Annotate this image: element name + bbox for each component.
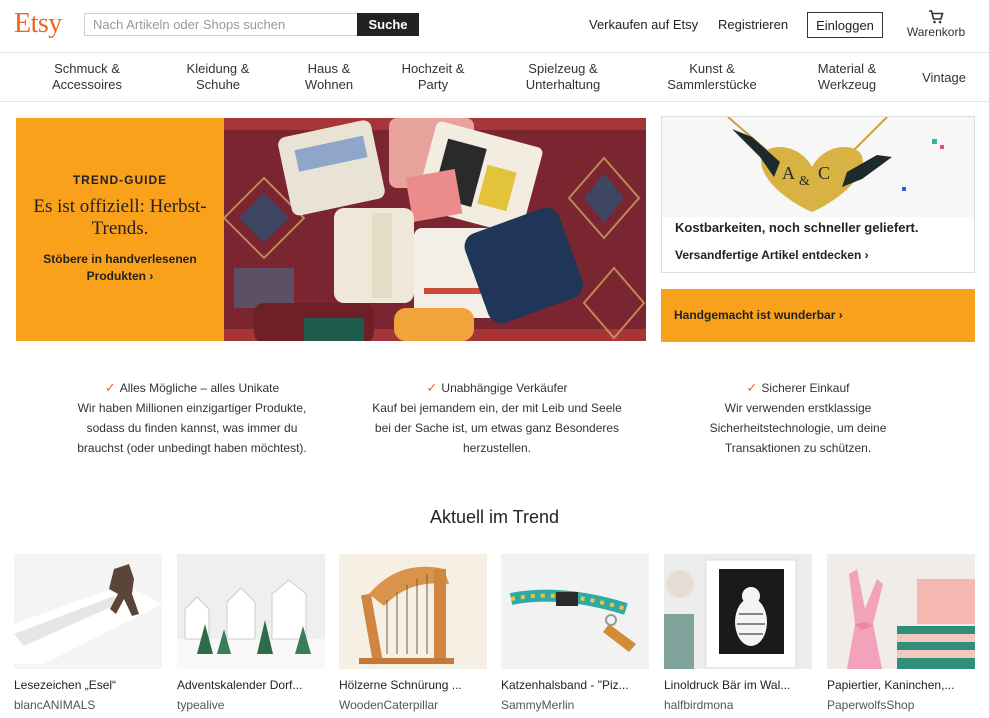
promo-link[interactable]: Versandfertige Artikel entdecken ›	[675, 248, 869, 262]
necklace-image: A & C	[662, 117, 974, 217]
value-prop-unique: ✓ Alles Mögliche – alles Unikate Wir habe…	[67, 378, 317, 458]
category-wedding[interactable]: Hochzeit & Party	[402, 61, 465, 93]
trend-guide-kicker: TREND-GUIDE	[72, 173, 168, 187]
login-button[interactable]: Einloggen	[807, 12, 883, 38]
product-image[interactable]	[501, 554, 649, 669]
product-title[interactable]: Lesezeichen „Esel“	[14, 678, 166, 692]
shop-name[interactable]: blancANIMALS	[14, 698, 166, 712]
svg-text:A: A	[782, 163, 795, 183]
trending-item[interactable]: Linoldruck Bär im Wal... halfbirdmona	[664, 554, 812, 718]
category-vintage[interactable]: Vintage	[922, 70, 966, 86]
svg-text:C: C	[818, 163, 830, 183]
value-prop-heading: ✓ Alles Mögliche – alles Unikate	[104, 380, 280, 395]
product-image[interactable]	[14, 554, 162, 669]
promo-ready-to-ship[interactable]: A & C Kostbarkeiten, noch schneller geli…	[661, 116, 975, 273]
trend-guide-title: Es ist offiziell: Herbst-Trends.	[33, 196, 207, 239]
shop-name[interactable]: halfbirdmona	[664, 698, 816, 712]
promo-title: Kostbarkeiten, noch schneller geliefert.	[675, 220, 919, 235]
trend-guide-cta[interactable]: Stöbere in handverlesenen Produkten ›	[22, 251, 218, 285]
trend-guide-banner[interactable]: TREND-GUIDE Es ist offiziell: Herbst-Tre…	[16, 118, 224, 341]
etsy-logo[interactable]: Etsy	[14, 8, 62, 40]
checkmark-icon: ✓	[746, 380, 758, 395]
trending-item[interactable]: Lesezeichen „Esel“ blancANIMALS	[14, 554, 162, 718]
product-image[interactable]	[664, 554, 812, 669]
product-title[interactable]: Katzenhalsband - "Piz...	[501, 678, 653, 692]
product-image[interactable]	[827, 554, 975, 669]
product-image[interactable]	[177, 554, 325, 669]
product-image[interactable]	[339, 554, 487, 669]
svg-text:&: &	[799, 174, 810, 189]
handmade-link[interactable]: Handgemacht ist wunderbar ›	[674, 308, 843, 322]
shop-name[interactable]: typealive	[177, 698, 329, 712]
cart-button[interactable]: Warenkorb	[900, 10, 972, 39]
product-title[interactable]: Adventskalender Dorf...	[177, 678, 329, 692]
value-prop-text: Wir haben Millionen einzigartiger Produk…	[77, 401, 307, 455]
category-supplies[interactable]: Material & Werkzeug	[818, 61, 877, 93]
register-link[interactable]: Registrieren	[718, 17, 788, 32]
trending-item[interactable]: Hölzerne Schnürung ... WoodenCaterpillar	[339, 554, 487, 718]
value-prop-secure: ✓ Sicherer Einkauf Wir verwenden erstklas…	[673, 378, 923, 458]
trending-heading: Aktuell im Trend	[429, 507, 560, 527]
category-nav: Schmuck & Accessoires Kleidung & Schuhe …	[0, 52, 989, 102]
handmade-banner[interactable]: Handgemacht ist wunderbar ›	[661, 289, 975, 342]
search-button[interactable]: Suche	[357, 13, 419, 36]
category-toys[interactable]: Spielzeug & Unterhaltung	[526, 61, 600, 93]
category-clothing[interactable]: Kleidung & Schuhe	[187, 61, 250, 93]
value-prop-heading: ✓ Unabhängige Verkäufer	[426, 380, 568, 395]
category-jewelry[interactable]: Schmuck & Accessoires	[52, 61, 122, 93]
trending-item[interactable]: Katzenhalsband - "Piz... SammyMerlin	[501, 554, 649, 718]
value-prop-text: Wir verwenden erstklassige Sicherheitste…	[709, 401, 887, 455]
checkmark-icon: ✓	[426, 380, 438, 395]
product-title[interactable]: Papiertier, Kaninchen,...	[827, 678, 979, 692]
category-home[interactable]: Haus & Wohnen	[305, 61, 353, 93]
category-art[interactable]: Kunst & Sammlerstücke	[667, 61, 757, 93]
value-prop-text: Kauf bei jemandem ein, der mit Leib und …	[372, 401, 622, 455]
value-prop-heading: ✓ Sicherer Einkauf	[746, 380, 850, 395]
cart-label: Warenkorb	[906, 25, 966, 39]
value-prop-sellers: ✓ Unabhängige Verkäufer Kauf bei jemandem…	[372, 378, 622, 458]
product-title[interactable]: Hölzerne Schnürung ...	[339, 678, 491, 692]
search-input[interactable]	[84, 13, 358, 36]
shop-name[interactable]: SammyMerlin	[501, 698, 653, 712]
cart-icon	[929, 10, 944, 24]
sell-on-etsy-link[interactable]: Verkaufen auf Etsy	[589, 17, 698, 32]
trending-item[interactable]: Adventskalender Dorf... typealive	[177, 554, 325, 718]
checkmark-icon: ✓	[104, 380, 116, 395]
hero-image-pillows[interactable]	[224, 118, 646, 341]
shop-name[interactable]: PaperwolfsShop	[827, 698, 979, 712]
shop-name[interactable]: WoodenCaterpillar	[339, 698, 491, 712]
product-title[interactable]: Linoldruck Bär im Wal...	[664, 678, 816, 692]
trending-item[interactable]: Papiertier, Kaninchen,... PaperwolfsShop	[827, 554, 975, 718]
header: Etsy Suche Verkaufen auf Etsy Registrier…	[0, 0, 989, 52]
